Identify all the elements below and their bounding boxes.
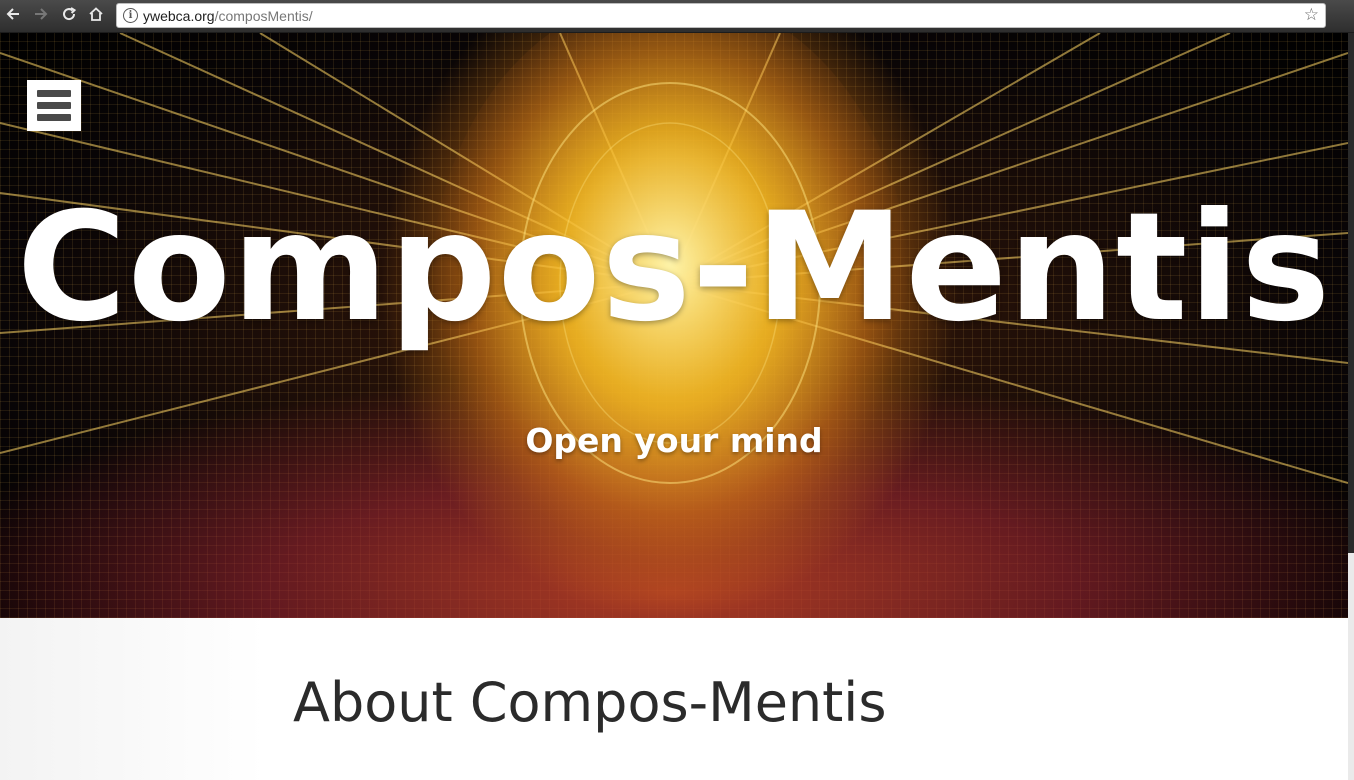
hamburger-menu-icon: [37, 90, 71, 97]
home-icon: [89, 7, 103, 21]
url-domain: ywebca.org: [143, 8, 215, 24]
browser-toolbar: i ywebca.org/composMentis/ ☆: [0, 0, 1354, 33]
url-text[interactable]: ywebca.org/composMentis/: [143, 8, 313, 24]
arrow-left-icon: [6, 8, 19, 20]
url-path: /composMentis/: [214, 8, 313, 24]
about-heading: About Compos-Mentis: [293, 671, 887, 734]
page-scrollbar[interactable]: [1348, 33, 1354, 780]
site-title[interactable]: Compos-Mentis: [0, 183, 1348, 353]
menu-toggle-button[interactable]: [27, 80, 81, 131]
reload-icon: [63, 7, 77, 21]
site-tagline: Open your mind: [525, 421, 823, 460]
info-icon[interactable]: i: [123, 8, 138, 23]
home-button[interactable]: [85, 4, 107, 26]
bookmark-star-icon[interactable]: ☆: [1304, 5, 1319, 25]
reload-button[interactable]: [58, 4, 80, 26]
main-content: About Compos-Mentis: [0, 618, 1348, 780]
forward-button[interactable]: [30, 4, 52, 26]
hamburger-menu-icon: [37, 114, 71, 121]
hero-banner: Compos-Mentis Open your mind: [0, 33, 1348, 618]
back-button[interactable]: [2, 4, 24, 26]
scrollbar-thumb[interactable]: [1348, 33, 1354, 553]
hamburger-menu-icon: [37, 102, 71, 109]
address-bar[interactable]: i ywebca.org/composMentis/ ☆: [116, 3, 1326, 28]
arrow-right-icon: [35, 8, 48, 20]
